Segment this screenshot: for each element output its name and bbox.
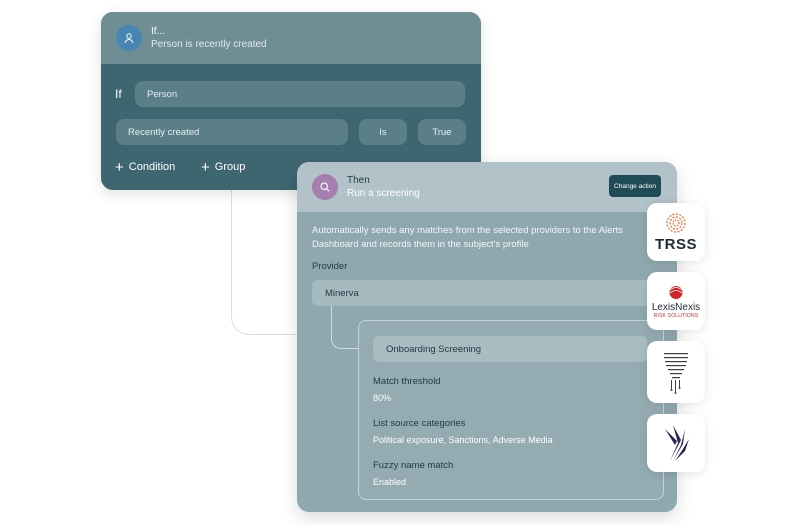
if-card-subtitle: Person is recently created: [151, 39, 267, 50]
entity-select[interactable]: Person: [135, 81, 465, 107]
if-card-header[interactable]: If... Person is recently created: [101, 12, 481, 64]
person-icon: [116, 25, 142, 51]
value-select[interactable]: True: [418, 119, 466, 145]
plus-icon: +: [115, 158, 124, 176]
provider-select[interactable]: Minerva: [312, 280, 677, 306]
action-description: Automatically sends any matches from the…: [312, 225, 624, 250]
then-card-header: Then Run a screening Change action: [297, 162, 677, 212]
trss-logo-icon: [666, 212, 686, 233]
list-source-label: List source categories: [373, 418, 466, 429]
lexisnexis-logo-text: LexisNexis: [651, 301, 701, 313]
match-threshold-value: 80%: [373, 393, 392, 403]
search-icon: [312, 174, 338, 200]
trss-logo-text: TRSS: [654, 235, 697, 253]
add-condition-button[interactable]: + Condition: [115, 158, 176, 176]
fuzzy-name-label: Fuzzy name match: [373, 460, 454, 471]
provider-label: Provider: [312, 261, 348, 272]
then-card-subtitle: Run a screening: [347, 188, 420, 199]
then-action-card: Then Run a screening Change action Autom…: [297, 162, 677, 512]
operator-select[interactable]: Is: [359, 119, 407, 145]
provider-tile-binary[interactable]: [647, 341, 705, 403]
sub-connector: [331, 306, 360, 349]
add-group-label: Group: [214, 161, 246, 173]
fuzzy-name-value: Enabled: [373, 477, 407, 487]
add-condition-label: Condition: [128, 161, 176, 173]
lexisnexis-logo-icon: [669, 285, 683, 299]
list-source-value: Political exposure, Sanctions, Adverse M…: [373, 435, 553, 445]
binary-data-logo-icon: [664, 353, 688, 394]
lexisnexis-logo-subtext: RISK SOLUTIONS: [653, 312, 699, 319]
if-card-title: If...: [151, 26, 165, 37]
provider-tile-lexisnexis[interactable]: LexisNexis RISK SOLUTIONS: [647, 272, 705, 330]
then-card-title: Then: [347, 175, 370, 186]
add-group-button[interactable]: + Group: [201, 158, 246, 176]
match-threshold-label: Match threshold: [373, 376, 441, 387]
screening-select[interactable]: Onboarding Screening: [373, 336, 647, 362]
provider-tile-trss[interactable]: TRSS: [647, 203, 705, 261]
condition-field-select[interactable]: Recently created: [116, 119, 348, 145]
screening-config-panel: Onboarding Screening Match threshold 80%…: [358, 320, 664, 500]
change-action-button[interactable]: Change action: [609, 175, 661, 197]
feather-logo-icon: [665, 425, 689, 461]
if-label: If: [115, 87, 122, 101]
plus-icon: +: [201, 158, 210, 176]
provider-tile-feather[interactable]: [647, 414, 705, 472]
